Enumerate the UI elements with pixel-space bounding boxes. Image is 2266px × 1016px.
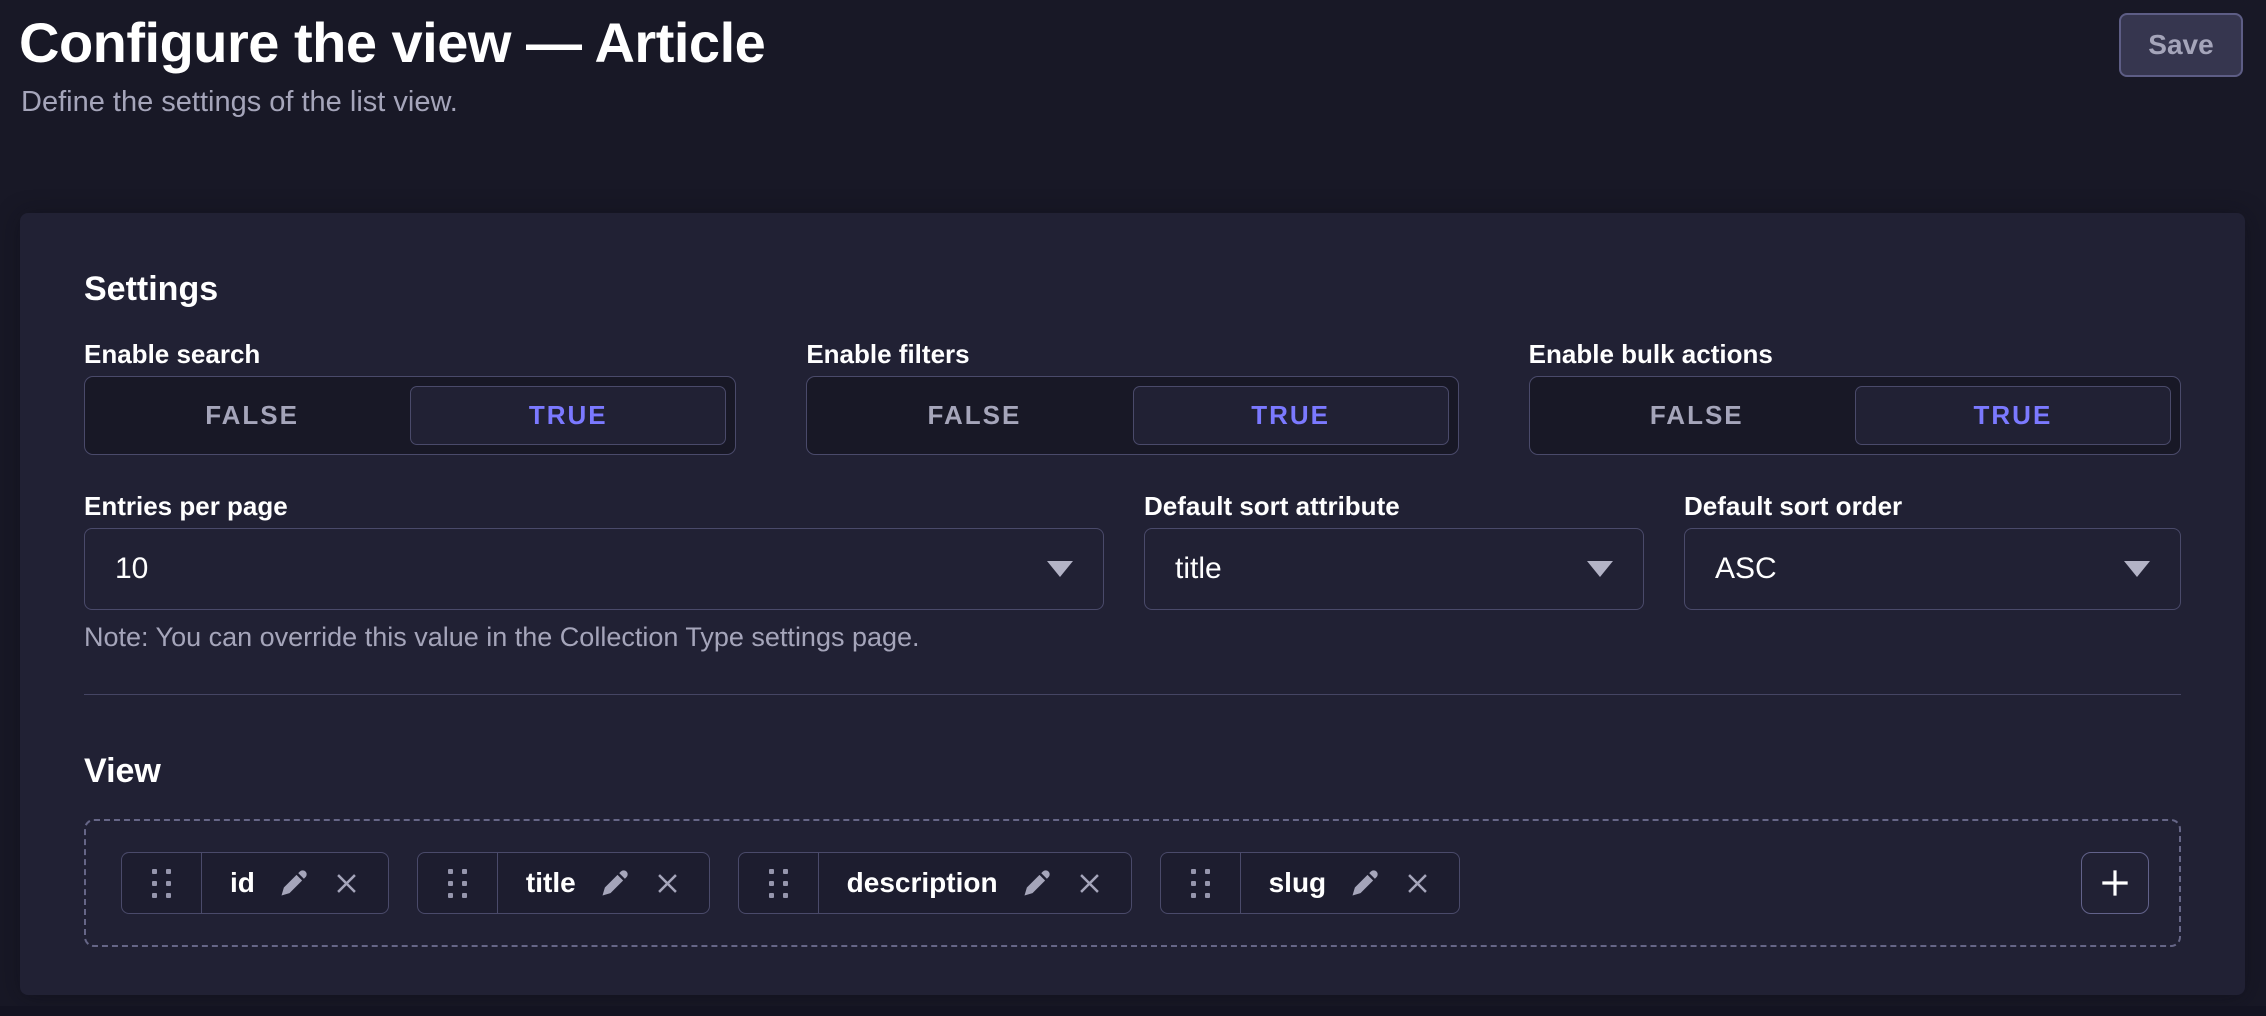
edit-field-button[interactable] [600,868,630,898]
cross-icon [1404,870,1431,897]
enable-filters-false-option[interactable]: FALSE [816,386,1132,445]
enable-bulk-actions-field: Enable bulk actions FALSE TRUE [1529,339,2181,455]
entries-per-page-value: 10 [115,552,148,586]
default-sort-attribute-field: Default sort attribute title [1144,491,1644,610]
enable-search-field: Enable search FALSE TRUE [84,339,736,455]
default-sort-attribute-value: title [1175,552,1222,586]
edit-field-button[interactable] [1350,868,1380,898]
drag-handle-icon[interactable] [739,853,819,913]
entries-per-page-note: Note: You can override this value in the… [84,622,2181,652]
default-sort-order-select[interactable]: ASC [1684,528,2181,610]
remove-field-button[interactable] [1404,870,1431,897]
pencil-icon [1022,868,1052,898]
enable-search-true-option[interactable]: TRUE [410,386,726,445]
entries-per-page-label: Entries per page [84,491,1104,521]
remove-field-button[interactable] [333,870,360,897]
drag-handle-icon[interactable] [122,853,202,913]
drag-dots-icon [448,869,467,898]
drag-handle-icon[interactable] [1161,853,1241,913]
field-chip-id: id [121,852,389,914]
enable-filters-label: Enable filters [806,339,1458,369]
pencil-icon [1350,868,1380,898]
pencil-icon [279,868,309,898]
plus-icon [2096,864,2134,902]
field-chip-label: title [526,867,576,899]
page-header: Configure the view — Article Define the … [0,0,2266,213]
default-sort-attribute-label: Default sort attribute [1144,491,1644,521]
page-subtitle: Define the settings of the list view. [21,86,458,119]
section-divider [84,694,2181,695]
field-chip-title: title [417,852,710,914]
entries-per-page-field: Entries per page 10 [84,491,1104,610]
enable-bulk-actions-true-option[interactable]: TRUE [1855,386,2171,445]
drag-handle-icon[interactable] [418,853,498,913]
drag-dots-icon [152,869,171,898]
toggles-row: Enable search FALSE TRUE Enable filters … [84,339,2181,455]
enable-search-toggle: FALSE TRUE [84,376,736,455]
selects-row: Entries per page 10 Default sort attribu… [84,491,2181,610]
enable-bulk-actions-false-option[interactable]: FALSE [1539,386,1855,445]
remove-field-button[interactable] [654,870,681,897]
displayed-fields-dropzone: id title [84,819,2181,947]
bottom-edge [0,1006,2266,1016]
edit-field-button[interactable] [279,868,309,898]
view-heading: View [84,751,2181,791]
entries-per-page-select[interactable]: 10 [84,528,1104,610]
enable-filters-toggle: FALSE TRUE [806,376,1458,455]
enable-filters-true-option[interactable]: TRUE [1133,386,1449,445]
field-chip-label: slug [1269,867,1327,899]
drag-dots-icon [1191,869,1210,898]
default-sort-order-value: ASC [1715,552,1777,586]
drag-dots-icon [769,869,788,898]
add-field-button[interactable] [2081,852,2149,914]
default-sort-order-field: Default sort order ASC [1684,491,2181,610]
field-chip-description: description [738,852,1132,914]
enable-search-label: Enable search [84,339,736,369]
save-button[interactable]: Save [2119,13,2243,77]
field-chip-label: description [847,867,998,899]
edit-field-button[interactable] [1022,868,1052,898]
default-sort-attribute-select[interactable]: title [1144,528,1644,610]
pencil-icon [600,868,630,898]
caret-down-icon [1587,561,1613,577]
caret-down-icon [1047,561,1073,577]
remove-field-button[interactable] [1076,870,1103,897]
cross-icon [654,870,681,897]
default-sort-order-label: Default sort order [1684,491,2181,521]
field-chip-slug: slug [1160,852,1461,914]
settings-heading: Settings [84,269,2181,309]
settings-panel: Settings Enable search FALSE TRUE Enable… [20,213,2245,995]
enable-filters-field: Enable filters FALSE TRUE [806,339,1458,455]
caret-down-icon [2124,561,2150,577]
enable-bulk-actions-label: Enable bulk actions [1529,339,2181,369]
enable-bulk-actions-toggle: FALSE TRUE [1529,376,2181,455]
cross-icon [1076,870,1103,897]
field-chip-label: id [230,867,255,899]
enable-search-false-option[interactable]: FALSE [94,386,410,445]
page-title: Configure the view — Article [19,10,765,75]
cross-icon [333,870,360,897]
